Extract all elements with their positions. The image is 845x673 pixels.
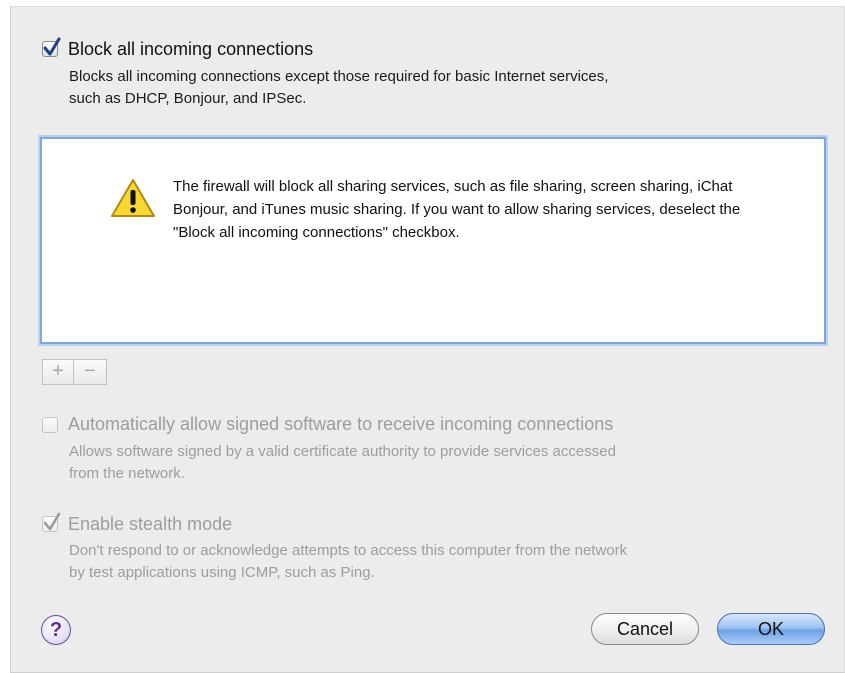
warning-triangle-icon — [110, 177, 156, 224]
add-app-button[interactable]: + — [42, 359, 74, 385]
cancel-button[interactable]: Cancel — [591, 613, 699, 645]
block-all-description-line2: such as DHCP, Bonjour, and IPSec. — [69, 90, 307, 107]
ok-button[interactable]: OK — [717, 613, 825, 645]
block-all-description-line1: Blocks all incoming connections except t… — [69, 68, 609, 85]
block-all-description: Blocks all incoming connections except t… — [69, 66, 608, 110]
stealth-mode-checkbox[interactable] — [42, 512, 61, 532]
help-button[interactable]: ? — [41, 615, 71, 645]
applications-list[interactable]: The firewall will block all sharing serv… — [40, 137, 826, 344]
block-all-label[interactable]: Block all incoming connections — [68, 39, 313, 60]
auto-allow-signed-label[interactable]: Automatically allow signed software to r… — [68, 414, 613, 435]
stealth-mode-description: Don't respond to or acknowledge attempts… — [69, 540, 627, 584]
checkmark-icon — [43, 512, 61, 531]
auto-allow-signed-checkbox[interactable] — [42, 417, 58, 433]
auto-allow-description-line1: Allows software signed by a valid certif… — [69, 443, 616, 460]
remove-app-button[interactable]: − — [73, 359, 107, 385]
stealth-description-line2: by test applications using ICMP, such as… — [69, 564, 375, 581]
checkmark-icon — [43, 37, 61, 56]
auto-allow-description-line2: from the network. — [69, 465, 185, 482]
stealth-description-line1: Don't respond to or acknowledge attempts… — [69, 542, 628, 559]
warning-message: The firewall will block all sharing serv… — [173, 178, 741, 241]
block-all-checkbox[interactable] — [42, 37, 61, 57]
stealth-mode-label[interactable]: Enable stealth mode — [68, 514, 232, 535]
firewall-advanced-sheet: Block all incoming connections Blocks al… — [10, 6, 845, 673]
auto-allow-signed-description: Allows software signed by a valid certif… — [69, 441, 616, 485]
